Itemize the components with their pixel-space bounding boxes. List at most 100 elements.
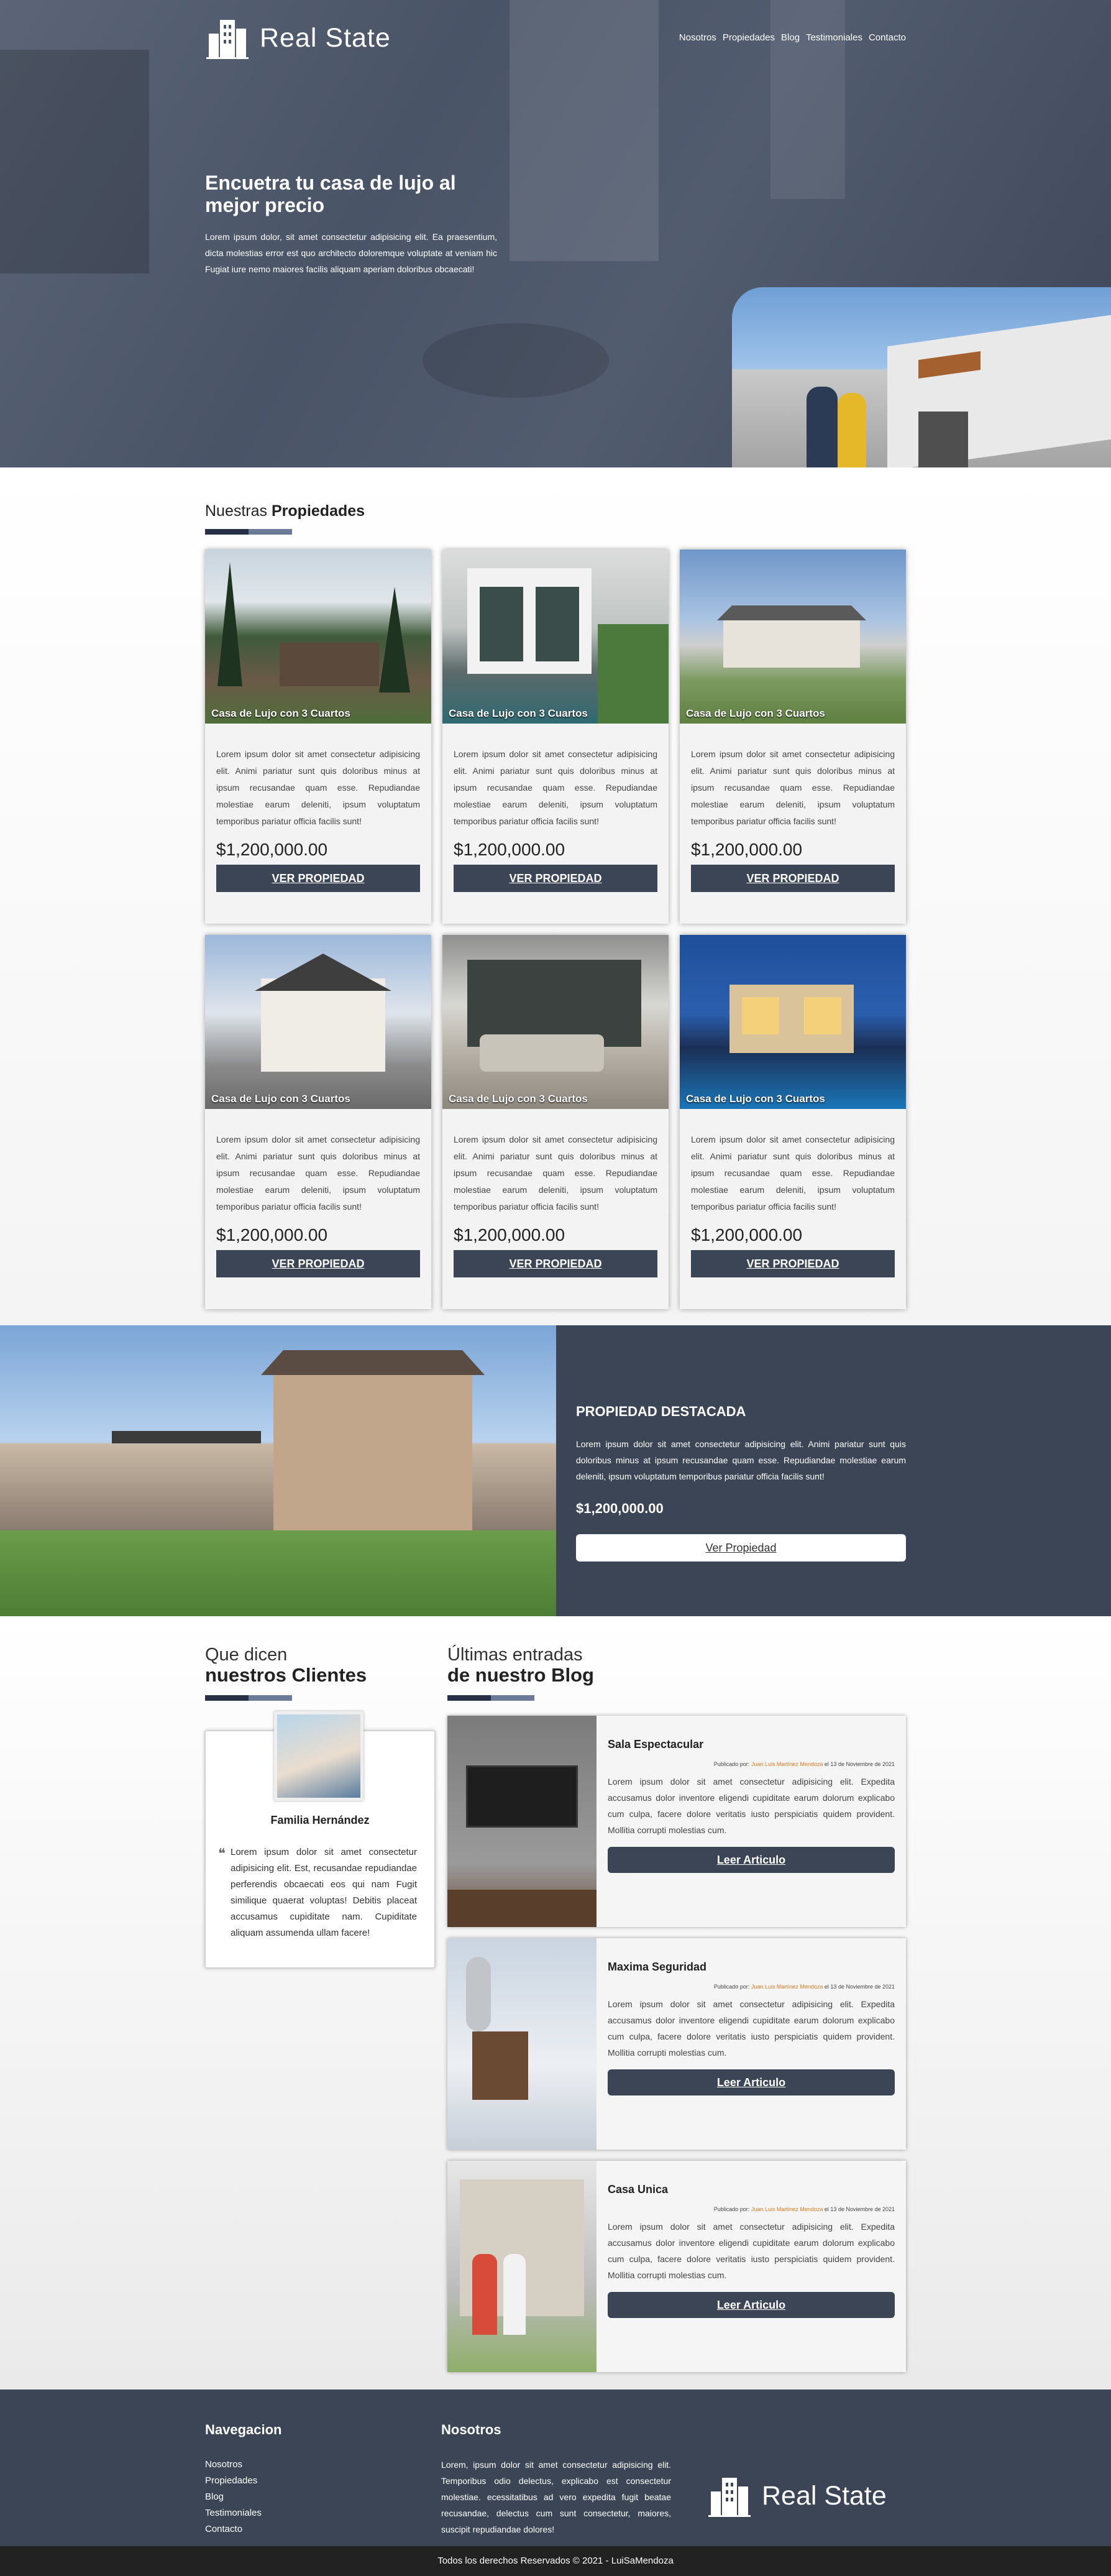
post-author[interactable]: Juan Luis Martínez Mendoza — [751, 1761, 823, 1767]
properties-title: Nuestras Propiedades — [205, 502, 906, 520]
footer-about: Nosotros Lorem, ipsum dolor sit amet con… — [441, 2422, 671, 2537]
featured-title: PROPIEDAD DESTACADA — [576, 1404, 746, 1419]
blog-post: Maxima Seguridad Publicado por: Juan Lui… — [447, 1938, 906, 2150]
property-price: $1,200,000.00 — [216, 840, 328, 859]
property-description: Lorem ipsum dolor sit amet consectetur a… — [454, 749, 657, 826]
view-property-button[interactable]: VER PROPIEDAD — [454, 865, 657, 892]
view-property-button[interactable]: VER PROPIEDAD — [691, 1250, 895, 1277]
post-date: el 13 de Noviembre de 2021 — [824, 1761, 895, 1767]
view-featured-button[interactable]: Ver Propiedad — [576, 1534, 906, 1562]
footer-about-title: Nosotros — [441, 2422, 501, 2437]
testimonial-card: Familia Hernández ❝ Lorem ipsum dolor si… — [205, 1711, 435, 1968]
view-property-button[interactable]: VER PROPIEDAD — [691, 865, 895, 892]
property-caption: Casa de Lujo con 3 Cuartos — [686, 707, 825, 719]
post-author[interactable]: Juan Luis Martínez Mendoza — [751, 1984, 823, 1990]
featured-price: $1,200,000.00 — [576, 1501, 664, 1516]
property-caption: Casa de Lujo con 3 Cuartos — [686, 1093, 825, 1105]
properties-section: Nuestras Propiedades Casa de Lujo con 3 … — [0, 467, 1111, 1325]
copyright: Todos los derechos Reservados © 2021 - L… — [0, 2546, 1111, 2576]
read-article-button[interactable]: Leer Articulo — [608, 2292, 895, 2318]
blog-post: Casa Unica Publicado por: Juan Luis Mart… — [447, 2161, 906, 2372]
building-logo-icon — [206, 20, 249, 59]
blog-image — [447, 2161, 597, 2372]
logo[interactable]: Real State — [205, 16, 391, 60]
logo-text: Real State — [260, 22, 391, 53]
meta-prefix: Publicado por: — [713, 2206, 750, 2212]
blog-post-meta: Publicado por: Juan Luis Martínez Mendoz… — [608, 1761, 895, 1767]
properties-grid: Casa de Lujo con 3 Cuartos Lorem ipsum d… — [205, 550, 906, 1309]
property-card: Casa de Lujo con 3 Cuartos Lorem ipsum d… — [442, 935, 669, 1309]
blog-list: Sala Espectacular Publicado por: Juan Lu… — [447, 1716, 906, 2372]
properties-title-light: Nuestras — [205, 502, 268, 520]
property-caption: Casa de Lujo con 3 Cuartos — [449, 1093, 588, 1105]
testimonials: Que dicen nuestros Clientes Familia Hern… — [205, 1645, 435, 2372]
blog-post-meta: Publicado por: Juan Luis Martínez Mendoz… — [608, 1984, 895, 1990]
hero-title: Encuetra tu casa de lujo al mejor precio — [205, 172, 456, 216]
post-date: el 13 de Noviembre de 2021 — [824, 2206, 895, 2212]
view-property-button[interactable]: VER PROPIEDAD — [216, 865, 420, 892]
hero-description: Lorem ipsum dolor, sit amet consectetur … — [205, 232, 497, 274]
footer: Navegacion Nosotros Propiedades Blog Tes… — [0, 2390, 1111, 2546]
property-image: Casa de Lujo con 3 Cuartos — [680, 550, 906, 724]
footer-navigation: Navegacion Nosotros Propiedades Blog Tes… — [205, 2422, 441, 2537]
property-price: $1,200,000.00 — [454, 840, 565, 859]
title-underline — [205, 529, 292, 535]
read-article-button[interactable]: Leer Articulo — [608, 2069, 895, 2095]
footer-link-testimoniales[interactable]: Testimoniales — [205, 2505, 441, 2521]
post-date: el 13 de Noviembre de 2021 — [824, 1984, 895, 1990]
property-description: Lorem ipsum dolor sit amet consectetur a… — [216, 1134, 420, 1212]
footer-link-contacto[interactable]: Contacto — [205, 2521, 441, 2537]
property-description: Lorem ipsum dolor sit amet consectetur a… — [454, 1134, 657, 1212]
property-card: Casa de Lujo con 3 Cuartos Lorem ipsum d… — [680, 550, 906, 924]
property-description: Lorem ipsum dolor sit amet consectetur a… — [691, 749, 895, 826]
property-caption: Casa de Lujo con 3 Cuartos — [211, 707, 350, 719]
featured-image — [0, 1325, 556, 1616]
footer-link-nosotros[interactable]: Nosotros — [205, 2457, 441, 2473]
post-author[interactable]: Juan Luis Martínez Mendoza — [751, 2206, 823, 2212]
read-article-button[interactable]: Leer Articulo — [608, 1847, 895, 1873]
footer-about-text: Lorem, ipsum dolor sit amet consectetur … — [441, 2460, 671, 2534]
meta-prefix: Publicado por: — [713, 1984, 750, 1990]
footer-link-blog[interactable]: Blog — [205, 2489, 441, 2505]
hero-couple-photo — [732, 287, 1111, 467]
meta-prefix: Publicado por: — [713, 1761, 750, 1767]
property-card: Casa de Lujo con 3 Cuartos Lorem ipsum d… — [680, 935, 906, 1309]
property-card: Casa de Lujo con 3 Cuartos Lorem ipsum d… — [205, 935, 431, 1309]
property-price: $1,200,000.00 — [691, 1225, 803, 1244]
quote-icon: ❝ — [218, 1846, 226, 1861]
blog-post: Sala Espectacular Publicado por: Juan Lu… — [447, 1716, 906, 1927]
nav-link-blog[interactable]: Blog — [781, 32, 800, 43]
blog-post-text: Lorem ipsum dolor sit amet consectetur a… — [608, 2222, 895, 2280]
property-price: $1,200,000.00 — [216, 1225, 328, 1244]
footer-link-propiedades[interactable]: Propiedades — [205, 2473, 441, 2489]
view-property-button[interactable]: VER PROPIEDAD — [454, 1250, 657, 1277]
testimonials-subtitle: Que dicen — [205, 1645, 288, 1665]
property-price: $1,200,000.00 — [691, 840, 803, 859]
title-underline — [205, 1695, 292, 1701]
featured-property: PROPIEDAD DESTACADA Lorem ipsum dolor si… — [0, 1325, 1111, 1616]
testimonial-text: Lorem ipsum dolor sit amet consectetur a… — [231, 1847, 417, 1938]
property-image: Casa de Lujo con 3 Cuartos — [680, 935, 906, 1109]
featured-description: Lorem ipsum dolor sit amet consectetur a… — [576, 1439, 906, 1481]
testimonials-title: nuestros Clientes — [205, 1664, 367, 1686]
property-description: Lorem ipsum dolor sit amet consectetur a… — [216, 749, 420, 826]
footer-nav-title: Navegacion — [205, 2422, 282, 2437]
footer-logo[interactable]: Real State — [707, 2454, 887, 2537]
blog: Últimas entradas de nuestro Blog Sala Es… — [447, 1645, 906, 2372]
hero-text: Encuetra tu casa de lujo al mejor precio… — [205, 172, 497, 277]
testimonials-blog-section: Que dicen nuestros Clientes Familia Hern… — [0, 1616, 1111, 2390]
nav-link-testimoniales[interactable]: Testimoniales — [806, 32, 862, 43]
blog-post-title: Casa Unica — [608, 2183, 669, 2196]
nav-link-nosotros[interactable]: Nosotros — [679, 32, 716, 43]
property-card: Casa de Lujo con 3 Cuartos Lorem ipsum d… — [205, 550, 431, 924]
view-property-button[interactable]: VER PROPIEDAD — [216, 1250, 420, 1277]
building-logo-icon — [708, 2478, 751, 2517]
blog-post-text: Lorem ipsum dolor sit amet consectetur a… — [608, 1999, 895, 2058]
featured-info: PROPIEDAD DESTACADA Lorem ipsum dolor si… — [556, 1325, 906, 1616]
blog-image — [447, 1938, 597, 2150]
hero: Real State Nosotros Propiedades Blog Tes… — [0, 0, 1111, 467]
nav-link-contacto[interactable]: Contacto — [869, 32, 906, 43]
footer-logo-text: Real State — [762, 2480, 887, 2511]
nav-link-propiedades[interactable]: Propiedades — [723, 32, 775, 43]
testimonial-name: Familia Hernández — [270, 1814, 370, 1826]
